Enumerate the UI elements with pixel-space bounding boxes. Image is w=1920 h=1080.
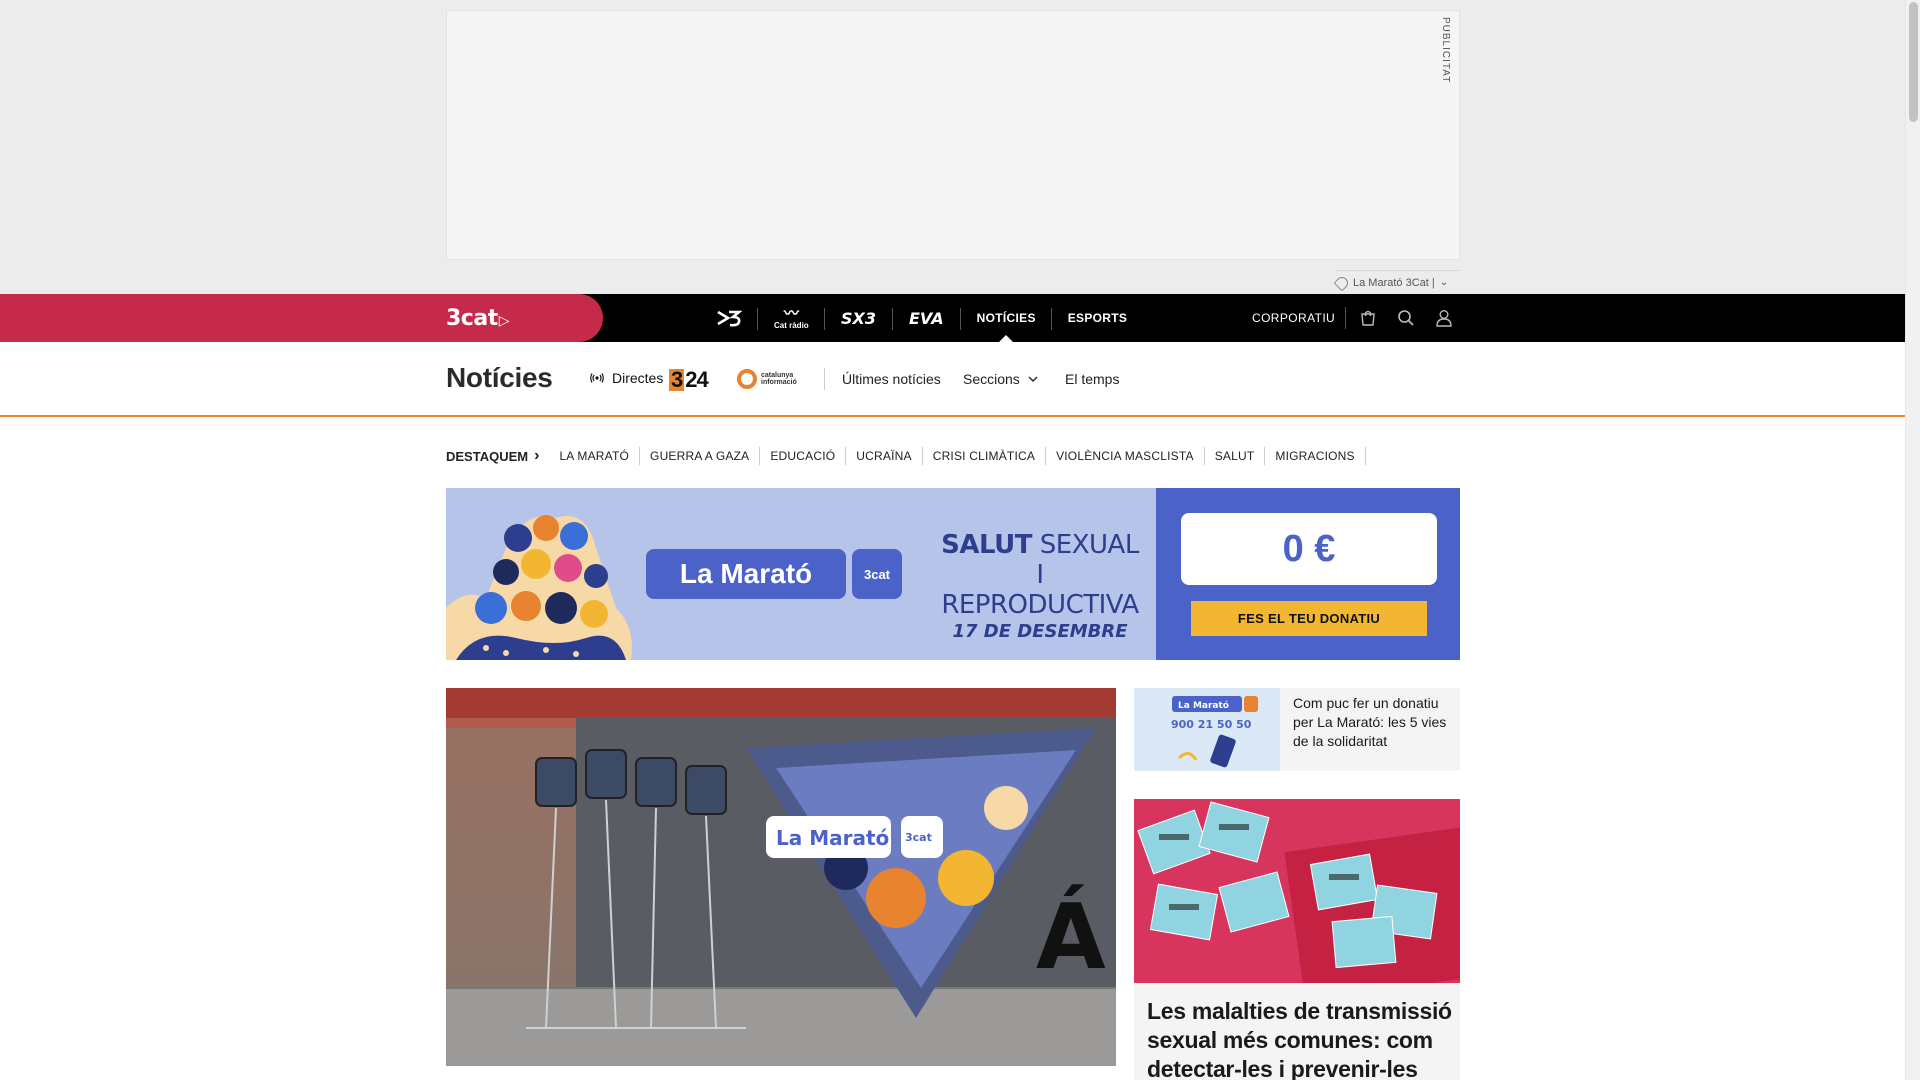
svg-text:900 21 50 50: 900 21 50 50 [1171,718,1252,731]
donate-button[interactable]: FES EL TEU DONATIU [1191,601,1427,636]
sponsor-label: La Marató 3Cat | [1353,276,1435,289]
header-divider [824,368,825,390]
svg-text:EVA: EVA [909,309,944,327]
channel-noticies[interactable]: NOTÍCIES [961,294,1052,342]
catinfo-ring-icon [737,369,757,389]
ad-slot[interactable]: PUBLICITAT [446,10,1460,260]
eva-logo-icon: EVA [909,309,944,327]
ad-area: PUBLICITAT La Marató 3Cat | ⌄ [0,0,1905,294]
donation-panel: 0 € FES EL TEU DONATIU [1156,488,1460,660]
3cat-logo[interactable]: 3cat▷ [446,306,510,331]
324-logo[interactable]: 3 24 [669,367,709,392]
corporatiu-link[interactable]: CORPORATIU [1252,294,1335,342]
scrollbar-thumb[interactable] [1909,2,1918,122]
chevron-right-icon: › [534,447,540,464]
section-header: Notícies Directes 3 24 catalunya informaci… [0,342,1905,417]
chevron-down-icon [1028,376,1038,382]
tv3-logo-icon [717,310,742,327]
channel-catradio[interactable]: 〰 Cat ràdio [758,294,825,342]
side-article-title[interactable]: Com puc fer un donatiu per La Marató: le… [1293,694,1453,751]
destaquem-item[interactable]: MIGRACIONS [1265,447,1366,465]
section-title[interactable]: Notícies [446,362,553,394]
marato-banner[interactable]: La Marató 3cat SALUT SEXUAL I REPRODUCTI… [446,488,1460,660]
feature-article-title[interactable]: Les malalties de transmissió sexual més … [1147,997,1452,1080]
feature-article-image[interactable] [1134,799,1460,983]
destaquem-item[interactable]: CRISI CLIMÀTICA [923,447,1047,465]
people-illustration-icon [446,515,632,660]
directes-link[interactable]: Directes [590,370,663,386]
channel-list: 〰 Cat ràdio SX3 EVA NOTÍCIES ESPORTS [700,294,1143,342]
main-article-image[interactable]: La Marató 3cat Á [446,688,1116,1066]
side-article-card[interactable]: La Marató 900 21 50 50 Com puc fer un do… [1134,688,1460,771]
3cat-badge: 3cat [852,549,902,599]
live-broadcast-icon [590,373,604,383]
donation-counter: 0 € [1181,513,1437,585]
catradio-logo-icon: 〰 Cat ràdio [774,304,809,330]
photo-condoms-icon [1134,799,1460,983]
destaquem-bar: DESTAQUEM › LA MARATÓ GUERRA A GAZA EDUC… [446,447,1366,465]
lamarato-logo: La Marató [646,549,846,599]
tag-icon [1333,274,1351,291]
photo-lamarato-stand-icon: La Marató 3cat Á [446,688,1116,1066]
destaquem-item[interactable]: VIOLÈNCIA MASCLISTA [1046,447,1205,465]
directes-label: Directes [612,370,664,386]
brand-bar [0,294,603,342]
feature-article-card[interactable]: Les malalties de transmissió sexual més … [1134,983,1460,1080]
campaign-title: SALUT SEXUAL I REPRODUCTIVA 17 DE DESEMB… [941,530,1139,642]
svg-text:La Marató: La Marató [1178,700,1229,711]
chevron-down-icon: ⌄ [1439,277,1449,288]
scrollbar[interactable] [1905,0,1920,1080]
catalunya-informacio-logo[interactable]: catalunya informació [737,369,797,389]
destaquem-item[interactable]: SALUT [1205,447,1266,465]
svg-text:SX3: SX3 [841,309,876,327]
side-article-thumb: La Marató 900 21 50 50 [1134,688,1280,771]
svg-text:3cat: 3cat [905,831,932,844]
ad-label: PUBLICITAT [1440,17,1451,84]
el-temps-link[interactable]: El temps [1065,371,1119,387]
search-icon[interactable] [1396,308,1416,328]
top-navigation: 3cat▷ 〰 Cat ràdio SX3 EVA NOTÍCIES ESPORT… [0,294,1905,342]
sx3-logo-icon: SX3 [841,309,876,327]
destaquem-item[interactable]: GUERRA A GAZA [640,447,761,465]
phone-donation-icon: La Marató 900 21 50 50 [1134,688,1280,771]
seccions-dropdown[interactable]: Seccions [963,371,1038,387]
destaquem-item[interactable]: LA MARATÓ [549,447,641,465]
destaquem-item[interactable]: EDUCACIÓ [760,447,847,465]
destaquem-label: DESTAQUEM [446,448,529,464]
nav-divider [1345,307,1346,329]
destaquem-item[interactable]: UCRAÏNA [846,447,923,465]
channel-esports[interactable]: ESPORTS [1052,294,1143,342]
svg-text:Á: Á [1036,883,1106,990]
channel-eva[interactable]: EVA [893,294,961,342]
sponsor-dropdown[interactable]: La Marató 3Cat | ⌄ [1333,270,1460,294]
channel-tv3[interactable] [700,294,758,342]
svg-text:La Marató: La Marató [776,826,889,850]
shopping-bag-icon[interactable] [1358,308,1378,328]
user-icon[interactable] [1434,308,1454,328]
ultimes-noticies-link[interactable]: Últimes notícies [842,371,941,387]
channel-sx3[interactable]: SX3 [825,294,893,342]
